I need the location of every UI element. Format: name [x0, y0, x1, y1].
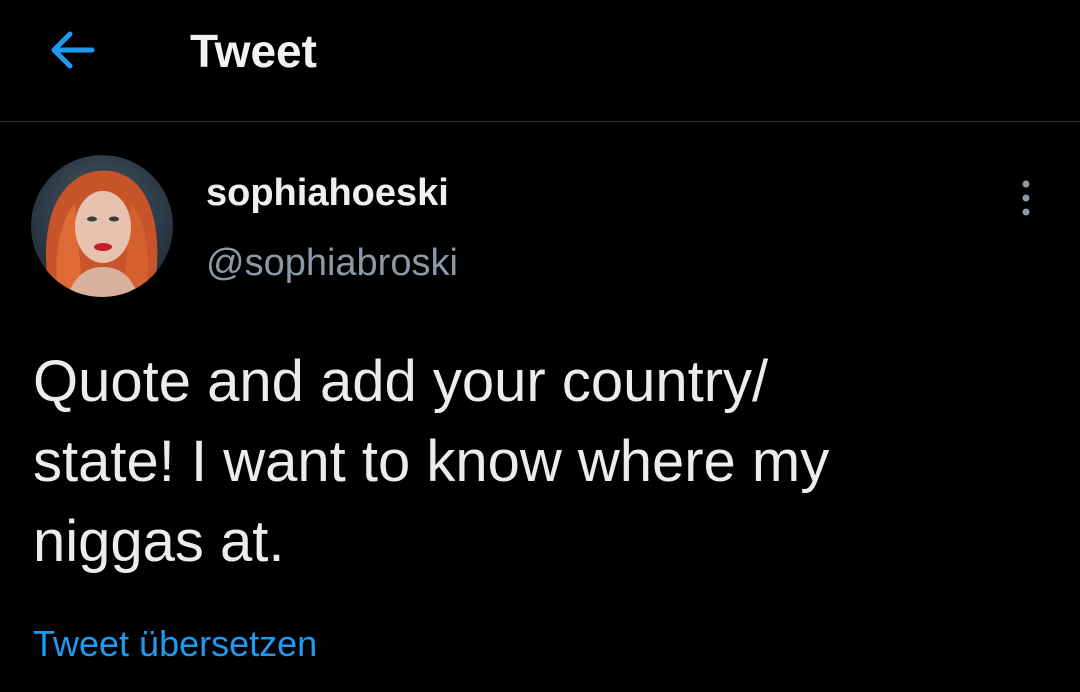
translate-tweet-link[interactable]: Tweet übersetzen — [33, 622, 317, 666]
more-options-button[interactable] — [1008, 178, 1044, 218]
profile-photo — [31, 155, 173, 297]
tweet-text: Quote and add your country/ state! I wan… — [33, 349, 830, 574]
arrow-left-icon — [51, 31, 95, 69]
top-app-bar: Tweet — [0, 0, 1080, 122]
back-button[interactable] — [46, 28, 98, 72]
user-handle[interactable]: @sophiabroski — [206, 240, 458, 286]
display-name[interactable]: sophiahoeski — [206, 170, 449, 216]
page-title: Tweet — [190, 25, 317, 77]
avatar[interactable] — [31, 155, 173, 297]
more-vertical-icon — [1022, 180, 1030, 216]
